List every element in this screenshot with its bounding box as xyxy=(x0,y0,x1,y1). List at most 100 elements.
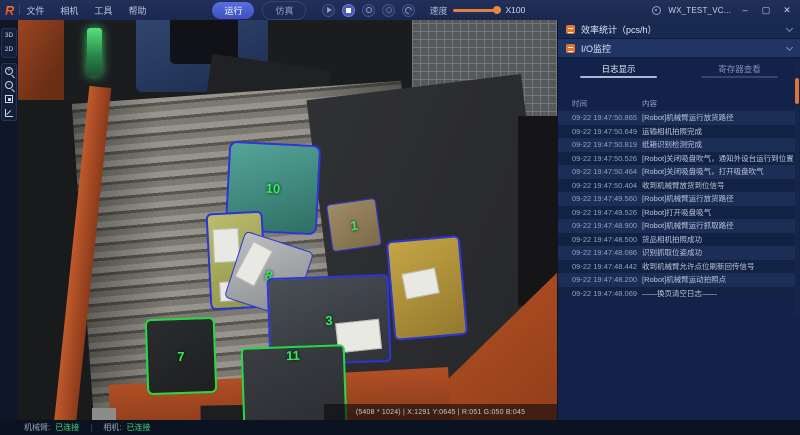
camera-status-label: 相机: xyxy=(103,422,121,433)
log-time: 09-22 19:47:48.442 xyxy=(558,262,642,271)
log-row[interactable]: 09-22 19:47:48.500 货品相机拍照成功 xyxy=(558,233,796,247)
tab-register-view[interactable]: 寄存器查看 xyxy=(679,58,800,80)
log-row[interactable]: 09-22 19:47:50.649 运输相机拍照完成 xyxy=(558,125,796,139)
zoom-in-button[interactable]: + xyxy=(5,67,13,75)
stop-icon xyxy=(346,8,351,13)
log-message: 运输相机拍照完成 xyxy=(642,126,796,137)
pixel-info-overlay: (5408 * 1024) | X:1291 Y:0645 | R:051 G:… xyxy=(324,404,557,420)
loop-button[interactable] xyxy=(382,4,395,17)
log-col-content: 内容 xyxy=(642,98,796,109)
belt-shadow xyxy=(518,116,557,306)
package-detection-0[interactable]: 0 xyxy=(386,235,468,341)
log-row[interactable]: 09-22 19:47:50.526 [Robot]关闭吸盘吹气，通知外设台运行… xyxy=(558,152,796,166)
log-row[interactable]: 09-22 19:47:49.526 [Robot]打开吸盘吸气 xyxy=(558,206,796,220)
log-message: [Robot]机械臂运行放货路径 xyxy=(642,112,796,123)
io-icon xyxy=(566,44,575,53)
log-message: 识别抓取位姿成功 xyxy=(642,247,796,258)
loop-icon xyxy=(386,7,392,13)
log-row[interactable]: 09-22 19:47:50.464 [Robot]关闭吸盘吸气，打开吸盘吹气 xyxy=(558,165,796,179)
app-window: R 文件 相机 工具 帮助 运行 仿真 速度 X100 WX_TEST_VC..… xyxy=(0,0,800,435)
view-2d-button[interactable]: 2D xyxy=(5,46,13,54)
divider xyxy=(19,5,20,15)
simulate-button[interactable]: 仿真 xyxy=(262,1,306,20)
top-menubar: R 文件 相机 工具 帮助 运行 仿真 速度 X100 WX_TEST_VC..… xyxy=(0,0,800,20)
gear-icon[interactable] xyxy=(652,6,661,15)
tab-log-display[interactable]: 日志显示 xyxy=(558,58,679,80)
menu-camera[interactable]: 相机 xyxy=(60,4,78,17)
log-row[interactable]: 09-22 19:47:49.560 [Robot]机械臂运行放货路径 xyxy=(558,192,796,206)
close-button[interactable]: ✕ xyxy=(780,5,794,16)
speed-slider[interactable] xyxy=(453,9,501,12)
log-row[interactable]: 09-22 19:47:50.404 收到机械臂放货到位信号 xyxy=(558,179,796,193)
camera-viewport[interactable]: 10 1 9 8 3 0 7 11 (5408 * 1024) | xyxy=(18,20,557,420)
robot-status-label: 机械臂: xyxy=(24,422,50,433)
machinery xyxy=(18,20,64,104)
package-detection-1[interactable]: 1 xyxy=(326,198,382,252)
log-time: 09-22 19:47:49.560 xyxy=(558,194,642,203)
log-time: 09-22 19:47:48.086 xyxy=(558,248,642,257)
speed-slider-thumb[interactable] xyxy=(493,6,501,14)
stop-button[interactable] xyxy=(342,4,355,17)
io-title: I/O监控 xyxy=(581,42,611,55)
efficiency-title: 效率统计（pcs/h） xyxy=(581,23,657,36)
right-panel: 效率统计（pcs/h） I/O监控 日志显示 寄存器查看 时间 内容 09-22… xyxy=(557,20,800,420)
play-button[interactable] xyxy=(322,4,335,17)
view-3d-button[interactable]: 3D xyxy=(5,32,13,40)
io-section-header[interactable]: I/O监控 xyxy=(558,39,800,58)
panel-scrollbar[interactable] xyxy=(795,60,799,316)
log-message: [Robot]关闭吸盘吹气，通知外设台运行到位置 xyxy=(642,153,796,164)
chevron-down-icon[interactable] xyxy=(786,24,793,31)
chevron-down-icon[interactable] xyxy=(786,43,793,50)
log-col-time: 时间 xyxy=(558,98,642,109)
package-detection-7[interactable]: 7 xyxy=(145,317,218,395)
menu-tools[interactable]: 工具 xyxy=(94,4,112,17)
panel-scrollbar-thumb[interactable] xyxy=(795,78,799,104)
reset-icon xyxy=(366,7,372,13)
detection-number: 1 xyxy=(349,217,358,233)
run-button[interactable]: 运行 xyxy=(212,2,254,19)
speed-value: X100 xyxy=(506,5,526,15)
log-table-header: 时间 内容 xyxy=(558,96,796,111)
view-toolbar: 3D 2D + - xyxy=(0,20,18,420)
status-lamp-green xyxy=(87,28,102,76)
app-logo: R xyxy=(5,3,14,18)
minimize-button[interactable]: – xyxy=(738,5,752,15)
log-time: 09-22 19:47:48.200 xyxy=(558,275,642,284)
log-row[interactable]: 09-22 19:47:48.086 识别抓取位姿成功 xyxy=(558,246,796,260)
log-row[interactable]: 09-22 19:47:48.200 [Robot]机械臂运动拍照点 xyxy=(558,273,796,287)
fit-view-button[interactable] xyxy=(5,95,13,103)
return-button[interactable] xyxy=(402,4,415,17)
log-message: 货品相机拍照成功 xyxy=(642,234,796,245)
detection-number: 10 xyxy=(265,180,280,196)
log-row[interactable]: 09-22 19:47:48.900 [Robot]机械臂运行抓取路径 xyxy=(558,219,796,233)
detection-number: 3 xyxy=(325,312,333,327)
efficiency-icon xyxy=(566,25,575,34)
view-mode-group: 3D 2D xyxy=(1,28,17,58)
log-row[interactable]: 09-22 19:47:48.442 收到机械臂允许点位刷新回传信号 xyxy=(558,260,796,274)
speed-slider-fill xyxy=(453,9,495,12)
maximize-button[interactable]: ▢ xyxy=(759,5,773,16)
log-row[interactable]: 09-22 19:47:50.819 纸箱识别检测完成 xyxy=(558,138,796,152)
log-time: 09-22 19:47:48.500 xyxy=(558,235,642,244)
robot-status-value: 已连接 xyxy=(55,422,79,433)
pixel-info-text: (5408 * 1024) | X:1291 Y:0645 | R:051 G:… xyxy=(356,409,525,416)
log-row[interactable]: 09-22 19:47:48.069 ——换页清空日志—— xyxy=(558,287,796,301)
menu-file[interactable]: 文件 xyxy=(26,4,44,17)
log-time: 09-22 19:47:50.464 xyxy=(558,167,642,176)
log-message: [Robot]机械臂运行抓取路径 xyxy=(642,220,796,231)
log-time: 09-22 19:47:48.069 xyxy=(558,289,642,298)
shipping-label xyxy=(401,268,439,300)
log-list: 09-22 19:47:50.865 [Robot]机械臂运行放货路径 09-2… xyxy=(558,111,796,300)
log-message: [Robot]机械臂运动拍照点 xyxy=(642,274,796,285)
log-message: 纸箱识别检测完成 xyxy=(642,139,796,150)
log-row[interactable]: 09-22 19:47:50.865 [Robot]机械臂运行放货路径 xyxy=(558,111,796,125)
floor-object xyxy=(92,408,116,420)
log-message: [Robot]关闭吸盘吸气，打开吸盘吹气 xyxy=(642,166,796,177)
expand-view-button[interactable] xyxy=(5,109,13,117)
zoom-out-button[interactable]: - xyxy=(5,81,13,89)
reset-button[interactable] xyxy=(362,4,375,17)
io-tabs: 日志显示 寄存器查看 xyxy=(558,58,800,80)
efficiency-section-header[interactable]: 效率统计（pcs/h） xyxy=(558,20,800,39)
log-table: 时间 内容 09-22 19:47:50.865 [Robot]机械臂运行放货路… xyxy=(558,96,796,316)
menu-help[interactable]: 帮助 xyxy=(128,4,146,17)
